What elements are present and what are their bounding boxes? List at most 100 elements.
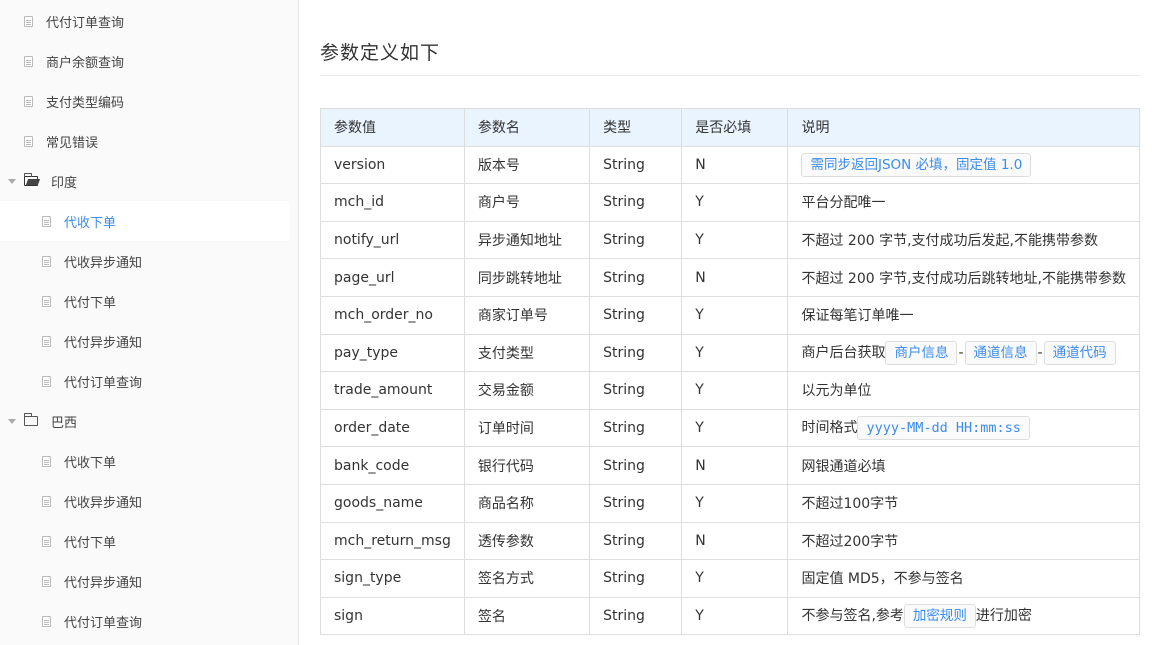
sidebar-item-2[interactable]: 支付类型编码: [0, 81, 290, 121]
cell-name: 商品名称: [463, 483, 591, 523]
sidebar-item-label: 代付下单: [64, 535, 117, 551]
table-row: mch_order_no 商家订单号 String Y 保证每笔订单唯一: [320, 295, 1140, 335]
folder-icon: [24, 413, 38, 426]
table-row: sign 签名 String Y 不参与签名,参考 加密规则 进行加密: [320, 596, 1140, 636]
document-icon: [42, 535, 51, 547]
code-separator: -: [958, 344, 964, 361]
cell-desc: 不超过 200 字节,支付成功后跳转地址,不能携带参数: [787, 258, 1140, 297]
cell-type: String: [589, 183, 683, 222]
cell-value: trade_amount: [320, 371, 465, 410]
inline-code: yyyy-MM-dd HH:mm:ss: [857, 416, 1030, 441]
inline-code: 通道信息: [964, 340, 1037, 365]
cell-required: Y: [681, 596, 789, 636]
cell-desc: 不超过100字节: [787, 483, 1140, 523]
sidebar-item-8[interactable]: 代付异步通知: [0, 321, 290, 361]
cell-required: Y: [681, 408, 789, 448]
folder-open-icon: [24, 173, 38, 186]
sidebar-folder-4[interactable]: 印度: [0, 161, 290, 201]
sidebar-item-label: 代收下单: [64, 455, 117, 471]
sidebar-item-1[interactable]: 商户余额查询: [0, 41, 290, 81]
desc-text: 商户后台获取: [801, 344, 886, 361]
cell-type: String: [589, 521, 683, 561]
table-row: goods_name 商品名称 String Y 不超过100字节: [320, 483, 1140, 523]
document-icon: [24, 55, 33, 67]
sidebar-item-label: 代收异步通知: [64, 495, 143, 511]
cell-desc: 固定值 MD5，不参与签名: [787, 559, 1140, 598]
sidebar-item-15[interactable]: 代付订单查询: [0, 601, 290, 641]
table-row: mch_return_msg 透传参数 String N 不超过200字节: [320, 521, 1140, 561]
cell-type: String: [589, 446, 683, 485]
sidebar-item-label: 代付异步通知: [64, 335, 143, 351]
cell-value: mch_id: [320, 183, 465, 222]
document-icon: [24, 95, 33, 107]
chevron-down-icon[interactable]: [8, 418, 16, 424]
sidebar-item-0[interactable]: 代付订单查询: [0, 1, 290, 41]
desc-text: 不超过 200 字节,支付成功后发起,不能携带参数: [801, 233, 1098, 250]
chevron-down-icon[interactable]: [8, 178, 16, 184]
sidebar-item-13[interactable]: 代付下单: [0, 521, 290, 561]
cell-type: String: [589, 145, 683, 185]
cell-desc: 商户后台获取 商户信息 - 通道信息 - 通道代码: [787, 333, 1140, 373]
document-icon: [24, 135, 33, 147]
cell-desc: 平台分配唯一: [787, 183, 1140, 222]
table-body: version 版本号 String N 需同步返回JSON 必填，固定值 1.0 mch…: [320, 145, 1140, 636]
sidebar-item-12[interactable]: 代收异步通知: [0, 481, 290, 521]
sidebar-item-5[interactable]: 代收下单: [0, 201, 290, 241]
cell-required: Y: [681, 183, 789, 222]
sidebar-item-label: 代付异步通知: [64, 575, 143, 591]
cell-required: N: [681, 521, 789, 561]
desc-text: 平台分配唯一: [801, 195, 886, 212]
inline-code: 加密规则: [903, 604, 976, 629]
desc-text: 网银通道必填: [801, 458, 886, 475]
sidebar-item-7[interactable]: 代付下单: [0, 281, 290, 321]
document-icon: [42, 255, 51, 267]
cell-name: 银行代码: [463, 446, 591, 485]
col-header-type: 类型: [589, 108, 683, 147]
sidebar-item-label: 商户余额查询: [46, 55, 125, 71]
desc-text: 不超过 200 字节,支付成功后跳转地址,不能携带参数: [801, 270, 1126, 287]
cell-type: String: [589, 371, 683, 410]
inline-code: 商户信息: [885, 340, 958, 365]
cell-required: Y: [681, 220, 789, 260]
sidebar-item-label: 常见错误: [46, 135, 99, 151]
cell-desc: 网银通道必填: [787, 446, 1140, 485]
sidebar-item-label: 巴西: [51, 415, 78, 431]
document-icon: [42, 375, 51, 387]
cell-required: Y: [681, 559, 789, 598]
sidebar-nav: 代付订单查询 商户余额查询 支付类型编码 常见错误 印度 代收下单 代收异步通知 代付下单 代付…: [0, 0, 299, 645]
cell-value: notify_url: [320, 220, 465, 260]
cell-type: String: [589, 483, 683, 523]
cell-type: String: [589, 258, 683, 297]
cell-value: sign: [320, 596, 465, 636]
cell-value: bank_code: [320, 446, 465, 485]
sidebar-item-9[interactable]: 代付订单查询: [0, 361, 290, 401]
cell-desc: 不参与签名,参考 加密规则 进行加密: [787, 596, 1140, 636]
sidebar-item-14[interactable]: 代付异步通知: [0, 561, 290, 601]
cell-name: 订单时间: [463, 408, 591, 448]
cell-name: 版本号: [463, 145, 591, 185]
desc-text: 不超过200字节: [801, 533, 899, 550]
main-content: 参数定义如下 参数值 参数名 类型 是否必填 说明 version 版本号 Stri…: [320, 0, 1140, 645]
cell-value: page_url: [320, 258, 465, 297]
sidebar-item-6[interactable]: 代收异步通知: [0, 241, 290, 281]
col-header-value: 参数值: [320, 108, 465, 147]
cell-value: mch_order_no: [320, 295, 465, 335]
sidebar-folder-10[interactable]: 巴西: [0, 401, 290, 441]
cell-value: mch_return_msg: [320, 521, 465, 561]
table-row: sign_type 签名方式 String Y 固定值 MD5，不参与签名: [320, 559, 1140, 598]
desc-text: 固定值 MD5，不参与签名: [801, 571, 964, 588]
cell-desc: 保证每笔订单唯一: [787, 295, 1140, 335]
table-row: page_url 同步跳转地址 String N 不超过 200 字节,支付成功后跳转地…: [320, 258, 1140, 297]
table-row: trade_amount 交易金额 String Y 以元为单位: [320, 371, 1140, 410]
sidebar-item-3[interactable]: 常见错误: [0, 121, 290, 161]
sidebar-item-label: 印度: [51, 175, 78, 191]
col-header-required: 是否必填: [681, 108, 789, 147]
cell-name: 交易金额: [463, 371, 591, 410]
sidebar-item-11[interactable]: 代收下单: [0, 441, 290, 481]
cell-required: Y: [681, 371, 789, 410]
cell-name: 异步通知地址: [463, 220, 591, 260]
document-icon: [42, 495, 51, 507]
table-row: version 版本号 String N 需同步返回JSON 必填，固定值 1.0: [320, 145, 1140, 185]
cell-type: String: [589, 220, 683, 260]
table-row: mch_id 商户号 String Y 平台分配唯一: [320, 183, 1140, 222]
